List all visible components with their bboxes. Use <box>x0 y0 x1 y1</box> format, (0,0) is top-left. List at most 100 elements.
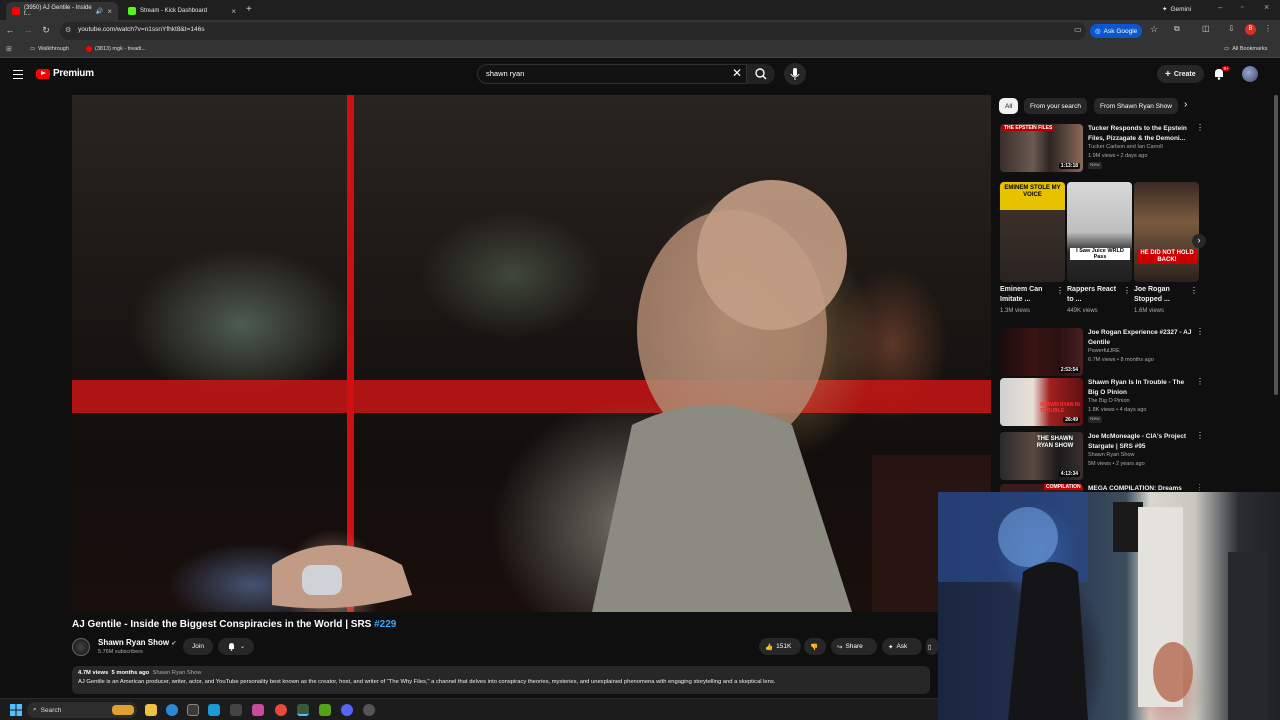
like-button[interactable]: 👍 151K <box>759 638 801 655</box>
audio-playing-icon[interactable]: 🔊 <box>96 8 103 15</box>
recommended-channel[interactable]: Shawn Ryan Show <box>1088 452 1134 458</box>
downloads-icon[interactable]: ⇩ <box>1228 24 1235 33</box>
short-title[interactable]: Joe Rogan Stopped ... <box>1134 285 1190 305</box>
video-thumbnail[interactable]: 2:53:54 <box>1000 328 1083 376</box>
recommended-video[interactable]: 2:53:54 Joe Rogan Experience #2327 - AJ … <box>1000 328 1204 376</box>
recommended-title[interactable]: Joe McMoneagle - CIA's Project Stargate … <box>1088 432 1194 451</box>
omnibox[interactable]: ⚙ youtube.com/watch?v=n1ssnYfhkt8&t=146s <box>60 22 1086 40</box>
search-button[interactable] <box>747 64 775 84</box>
chevron-right-icon[interactable]: › <box>1184 99 1187 110</box>
more-options-icon[interactable]: ⋮ <box>1196 124 1204 132</box>
site-info-icon[interactable]: ⚙ <box>65 26 71 34</box>
app-icon[interactable] <box>252 704 264 716</box>
app-icon[interactable] <box>363 704 375 716</box>
all-bookmarks[interactable]: ▭ All Bookmarks <box>1224 46 1267 52</box>
join-button[interactable]: Join <box>183 638 213 655</box>
hashtag-link[interactable]: #229 <box>374 619 396 630</box>
bookmark-mgk[interactable]: (3813) mgk - treadi... <box>86 46 146 52</box>
app-icon[interactable] <box>208 704 220 716</box>
page-scrollbar[interactable] <box>1274 95 1278 395</box>
short-item[interactable]: HE DID NOT HOLD BACK! Joe Rogan Stopped … <box>1134 182 1199 322</box>
bookmark-star-icon[interactable]: ☆ <box>1150 24 1158 35</box>
discord-icon[interactable] <box>341 704 353 716</box>
app-icon[interactable] <box>319 704 331 716</box>
short-thumbnail[interactable]: EMINEM STOLE MY VOICE <box>1000 182 1065 282</box>
reload-icon[interactable]: ↻ <box>40 25 52 36</box>
more-actions-button[interactable]: ▯ <box>926 638 938 655</box>
menu-dots-icon[interactable]: ⋮ <box>1264 24 1272 33</box>
more-options-icon[interactable]: ⋮ <box>1056 286 1064 295</box>
close-tab-icon[interactable]: × <box>231 7 236 16</box>
recommended-channel[interactable]: Tucker Carlson and Ian Carroll <box>1088 144 1163 150</box>
short-thumbnail[interactable]: HE DID NOT HOLD BACK! <box>1134 182 1199 282</box>
file-explorer-icon[interactable] <box>145 704 157 716</box>
chip-from-channel[interactable]: From Shawn Ryan Show <box>1094 98 1178 114</box>
gemini-button[interactable]: ✦ Gemini <box>1162 5 1191 14</box>
video-thumbnail[interactable]: SHAWN RYAN IN TROUBLE 26:49 <box>1000 378 1083 426</box>
clear-search-icon[interactable]: ✕ <box>732 66 742 80</box>
taskbar-search-box[interactable]: ⌕ Search <box>27 702 137 718</box>
tab-kick-dashboard[interactable]: Stream - Kick Dashboard × <box>122 2 242 20</box>
hamburger-menu-icon[interactable] <box>13 70 23 79</box>
recommended-video[interactable]: COMPILATION MEGA COMPILATION: Dreams ⋮ <box>1000 484 1200 492</box>
youtube-premium-logo[interactable]: Premium <box>36 68 94 79</box>
split-view-icon[interactable]: ◫ <box>1202 24 1210 33</box>
video-thumbnail[interactable]: COMPILATION <box>1000 484 1083 492</box>
terminal-icon[interactable] <box>230 704 242 716</box>
cast-icon[interactable]: ▭ <box>1074 25 1082 34</box>
ask-button[interactable]: ✦ Ask <box>882 638 922 655</box>
recommended-title[interactable]: Shawn Ryan Is In Trouble - The Big O Pin… <box>1088 378 1194 397</box>
recommended-video[interactable]: SHAWN RYAN IN TROUBLE 26:49 Shawn Ryan I… <box>1000 378 1204 426</box>
short-thumbnail[interactable]: I Saw Juice WRLD Pass <box>1067 182 1132 282</box>
maximize-icon[interactable]: ▫ <box>1241 4 1243 11</box>
description-box[interactable]: 4.7M views 5 months ago Shawn Ryan Show … <box>72 666 930 694</box>
chip-from-your-search[interactable]: From your search <box>1024 98 1087 114</box>
tab-youtube[interactable]: (3950) AJ Gentile - Inside t... 🔊 × <box>6 2 118 20</box>
video-thumbnail[interactable]: THE SHAWN RYAN SHOW 4:13:34 <box>1000 432 1083 480</box>
apps-grid-icon[interactable]: ⊞ <box>6 45 12 53</box>
short-title[interactable]: Rappers React to ... <box>1067 285 1123 305</box>
recommended-channel[interactable]: The Big O Pinion <box>1088 398 1130 404</box>
short-item[interactable]: I Saw Juice WRLD Pass Rappers React to .… <box>1067 182 1132 322</box>
dislike-button[interactable]: 👎 <box>804 638 826 655</box>
recommended-channel[interactable]: PowerfulJRE <box>1088 348 1120 354</box>
recommended-title[interactable]: Tucker Responds to the Epstein Files, Pi… <box>1088 124 1194 143</box>
windows-start-icon[interactable] <box>10 704 22 716</box>
more-options-icon[interactable]: ⋮ <box>1196 484 1200 492</box>
more-options-icon[interactable]: ⋮ <box>1196 432 1204 440</box>
create-button[interactable]: + Create <box>1157 65 1204 83</box>
more-options-icon[interactable]: ⋮ <box>1196 328 1204 336</box>
obs-studio-icon[interactable] <box>297 704 309 716</box>
recommended-video[interactable]: THE SHAWN RYAN SHOW 4:13:34 Joe McMoneag… <box>1000 432 1204 480</box>
new-tab-icon[interactable]: + <box>246 4 252 15</box>
short-title[interactable]: Eminem Can Imitate ... <box>1000 285 1056 305</box>
video-thumbnail[interactable]: THE EPSTEIN FILES 1:13:18 <box>1000 124 1083 172</box>
chip-all[interactable]: All <box>999 98 1019 114</box>
account-avatar[interactable] <box>1242 66 1258 82</box>
close-window-icon[interactable]: × <box>1264 2 1269 12</box>
edge-browser-icon[interactable] <box>166 704 178 716</box>
channel-avatar[interactable] <box>72 638 90 656</box>
chrome-browser-icon[interactable] <box>275 704 287 716</box>
more-options-icon[interactable]: ⋮ <box>1196 378 1204 386</box>
channel-name[interactable]: Shawn Ryan Show ✔ <box>98 638 176 647</box>
bookmark-walkthrough[interactable]: ▭ Walkthrough <box>30 46 69 52</box>
minimize-icon[interactable]: – <box>1218 3 1222 12</box>
short-item[interactable]: EMINEM STOLE MY VOICE Eminem Can Imitate… <box>1000 182 1065 322</box>
search-input[interactable] <box>486 69 726 78</box>
video-player[interactable] <box>72 95 991 612</box>
profile-avatar[interactable]: B <box>1245 24 1256 35</box>
back-icon[interactable]: ← <box>4 25 16 35</box>
share-button[interactable]: ↪ Share <box>831 638 877 655</box>
recommended-title[interactable]: Joe Rogan Experience #2327 - AJ Gentile <box>1088 328 1194 347</box>
forward-icon[interactable]: → <box>22 25 34 35</box>
recommended-video[interactable]: THE EPSTEIN FILES 1:13:18 Tucker Respond… <box>1000 124 1204 172</box>
microsoft-store-icon[interactable] <box>187 704 199 716</box>
recommended-title[interactable]: MEGA COMPILATION: Dreams <box>1088 484 1194 492</box>
close-tab-icon[interactable]: × <box>107 7 112 16</box>
extensions-icon[interactable]: ⧉ <box>1174 24 1180 34</box>
voice-search-button[interactable] <box>784 63 806 85</box>
more-options-icon[interactable]: ⋮ <box>1190 286 1198 295</box>
more-options-icon[interactable]: ⋮ <box>1123 286 1131 295</box>
subscription-bell-button[interactable]: ⌄ <box>218 638 254 655</box>
